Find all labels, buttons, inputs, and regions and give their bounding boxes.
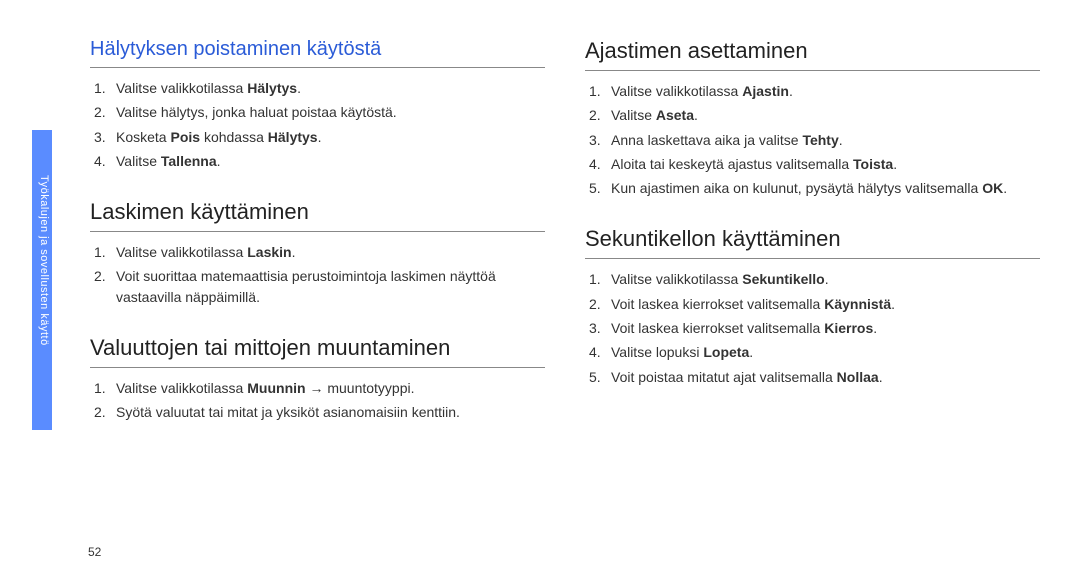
step-text: . [292, 244, 296, 260]
list-item: Kun ajastimen aika on kulunut, pysäytä h… [589, 178, 1040, 198]
steps-stopwatch: Valitse valikkotilassa Sekuntikello. Voi… [585, 269, 1040, 386]
list-item: Voit poistaa mitatut ajat valitsemalla N… [589, 367, 1040, 387]
content-area: Hälytyksen poistaminen käytöstä Valitse … [90, 38, 1040, 451]
step-bold: Hälytys [268, 129, 318, 145]
step-text: kohdassa [200, 129, 268, 145]
step-text: Voit laskea kierrokset valitsemalla [611, 320, 824, 336]
list-item: Valitse valikkotilassa Sekuntikello. [589, 269, 1040, 289]
step-bold: Ajastin [742, 83, 789, 99]
step-text: . [873, 320, 877, 336]
step-bold: Kierros [824, 320, 873, 336]
list-item: Voit suorittaa matemaattisia perustoimin… [94, 266, 545, 307]
section-timer: Ajastimen asettaminen Valitse valikkotil… [585, 38, 1040, 198]
list-item: Valitse valikkotilassa Muunnin → muuntot… [94, 378, 545, 398]
step-bold: Tehty [802, 132, 838, 148]
section-converter: Valuuttojen tai mittojen muuntaminen Val… [90, 335, 545, 423]
list-item: Valitse lopuksi Lopeta. [589, 342, 1040, 362]
step-text: . [318, 129, 322, 145]
section-stopwatch: Sekuntikellon käyttäminen Valitse valikk… [585, 226, 1040, 386]
step-text: Kun ajastimen aika on kulunut, pysäytä h… [611, 180, 982, 196]
step-text: . [789, 83, 793, 99]
step-text: Valitse valikkotilassa [611, 271, 742, 287]
step-text: Voit suorittaa matemaattisia perustoimin… [116, 268, 496, 304]
step-text: Valitse valikkotilassa [116, 80, 247, 96]
heading-calculator: Laskimen käyttäminen [90, 199, 545, 232]
step-text: Aloita tai keskeytä ajastus valitsemalla [611, 156, 853, 172]
step-text: Valitse valikkotilassa [116, 380, 247, 396]
list-item: Anna laskettava aika ja valitse Tehty. [589, 130, 1040, 150]
step-text: . [825, 271, 829, 287]
step-bold: Käynnistä [824, 296, 891, 312]
heading-stopwatch: Sekuntikellon käyttäminen [585, 226, 1040, 259]
list-item: Aloita tai keskeytä ajastus valitsemalla… [589, 154, 1040, 174]
list-item: Valitse hälytys, jonka haluat poistaa kä… [94, 102, 545, 122]
step-text: Voit poistaa mitatut ajat valitsemalla [611, 369, 837, 385]
list-item: Voit laskea kierrokset valitsemalla Kier… [589, 318, 1040, 338]
step-text: Valitse valikkotilassa [611, 83, 742, 99]
step-text: . [891, 296, 895, 312]
step-bold: Lopeta [703, 344, 749, 360]
step-text: Valitse lopuksi [611, 344, 703, 360]
right-column: Ajastimen asettaminen Valitse valikkotil… [585, 38, 1040, 451]
list-item: Valitse valikkotilassa Hälytys. [94, 78, 545, 98]
section-calculator: Laskimen käyttäminen Valitse valikkotila… [90, 199, 545, 307]
step-bold: OK [982, 180, 1003, 196]
steps-converter: Valitse valikkotilassa Muunnin → muuntot… [90, 378, 545, 423]
step-bold: Sekuntikello [742, 271, 824, 287]
step-bold: Nollaa [837, 369, 879, 385]
step-text: Valitse [611, 107, 656, 123]
steps-alarm-disable: Valitse valikkotilassa Hälytys. Valitse … [90, 78, 545, 171]
step-text: Valitse hälytys, jonka haluat poistaa kä… [116, 104, 397, 120]
step-bold: Toista [853, 156, 893, 172]
step-text: . [217, 153, 221, 169]
step-text: . [1003, 180, 1007, 196]
step-bold: Pois [170, 129, 200, 145]
step-text: . [749, 344, 753, 360]
step-text: . [297, 80, 301, 96]
step-bold: Laskin [247, 244, 291, 260]
step-text: . [694, 107, 698, 123]
step-text: Voit laskea kierrokset valitsemalla [611, 296, 824, 312]
step-text: → muuntotyyppi. [306, 380, 415, 396]
sidebar-label: Työkalujen ja sovellusten käyttö [34, 175, 50, 346]
step-bold: Muunnin [247, 380, 305, 396]
heading-timer: Ajastimen asettaminen [585, 38, 1040, 71]
step-text: Valitse valikkotilassa [116, 244, 247, 260]
list-item: Voit laskea kierrokset valitsemalla Käyn… [589, 294, 1040, 314]
list-item: Valitse valikkotilassa Laskin. [94, 242, 545, 262]
list-item: Syötä valuutat tai mitat ja yksiköt asia… [94, 402, 545, 422]
step-text: Valitse [116, 153, 161, 169]
list-item: Kosketa Pois kohdassa Hälytys. [94, 127, 545, 147]
steps-calculator: Valitse valikkotilassa Laskin. Voit suor… [90, 242, 545, 307]
step-bold: Hälytys [247, 80, 297, 96]
step-text: . [879, 369, 883, 385]
step-text: Anna laskettava aika ja valitse [611, 132, 802, 148]
page: Työkalujen ja sovellusten käyttö Hälytyk… [0, 0, 1080, 585]
step-bold: Tallenna [161, 153, 217, 169]
step-text: Kosketa [116, 129, 170, 145]
list-item: Valitse valikkotilassa Ajastin. [589, 81, 1040, 101]
step-text: Syötä valuutat tai mitat ja yksiköt asia… [116, 404, 460, 420]
step-bold: Aseta [656, 107, 694, 123]
page-number: 52 [88, 545, 101, 559]
list-item: Valitse Tallenna. [94, 151, 545, 171]
step-text: . [893, 156, 897, 172]
left-column: Hälytyksen poistaminen käytöstä Valitse … [90, 38, 545, 451]
list-item: Valitse Aseta. [589, 105, 1040, 125]
heading-alarm-disable: Hälytyksen poistaminen käytöstä [90, 38, 545, 68]
section-alarm-disable: Hälytyksen poistaminen käytöstä Valitse … [90, 38, 545, 171]
step-text: . [839, 132, 843, 148]
steps-timer: Valitse valikkotilassa Ajastin. Valitse … [585, 81, 1040, 198]
heading-converter: Valuuttojen tai mittojen muuntaminen [90, 335, 545, 368]
